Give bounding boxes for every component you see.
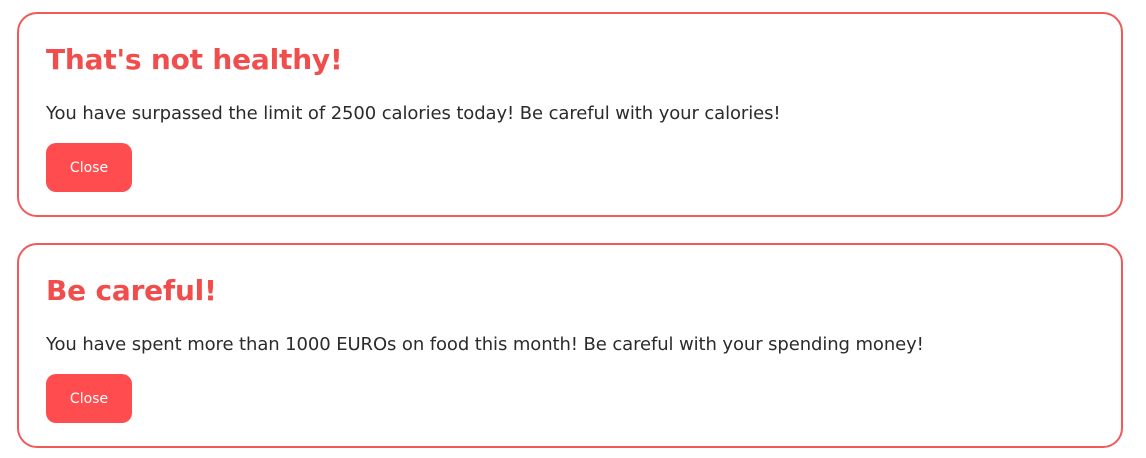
alert-message: You have surpassed the limit of 2500 cal…	[46, 103, 781, 124]
close-button[interactable]: Close	[46, 143, 132, 192]
calorie-alert: That's not healthy! You have surpassed t…	[17, 12, 1123, 217]
spending-alert: Be careful! You have spent more than 100…	[17, 243, 1123, 448]
alert-title: That's not healthy!	[46, 43, 343, 76]
close-button[interactable]: Close	[46, 374, 132, 423]
alert-message: You have spent more than 1000 EUROs on f…	[46, 334, 924, 355]
alert-title: Be careful!	[46, 274, 217, 307]
